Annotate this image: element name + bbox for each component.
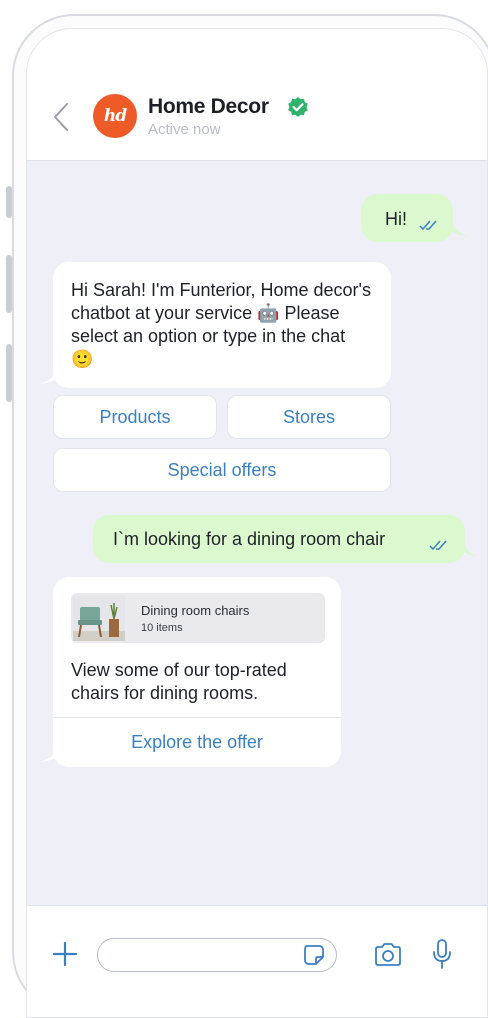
- phone-side-button: [6, 186, 12, 218]
- camera-icon[interactable]: [373, 941, 403, 969]
- message-input[interactable]: [97, 938, 337, 972]
- plus-icon[interactable]: [51, 940, 79, 968]
- chat-screen: hd Home Decor Active now Hi! Hi Sarah! I…: [26, 28, 488, 1018]
- product-card: Dining room chairs 10 items View some of…: [53, 577, 341, 767]
- option-special-offers-button[interactable]: Special offers: [53, 448, 391, 492]
- chevron-left-icon[interactable]: [49, 101, 73, 133]
- explore-offer-button[interactable]: Explore the offer: [53, 718, 341, 766]
- sent-message-request: I`m looking for a dining room chair: [93, 515, 465, 563]
- bubble-tail: [39, 369, 57, 384]
- bubble-tail: [463, 541, 477, 556]
- chair-thumbnail-icon: [73, 595, 125, 641]
- bubble-tail: [39, 747, 57, 762]
- verified-badge-icon: [286, 96, 310, 120]
- card-description: View some of our top-rated chairs for di…: [71, 660, 287, 703]
- message-text: I`m looking for a dining room chair: [113, 529, 386, 549]
- received-message-intro: Hi Sarah! I'm Funterior, Home decor's ch…: [53, 262, 391, 388]
- phone-volume-down: [6, 344, 12, 402]
- page-title: Home Decor: [148, 95, 269, 118]
- card-media[interactable]: Dining room chairs 10 items: [71, 593, 325, 643]
- phone-volume-up: [6, 255, 12, 313]
- card-title: Dining room chairs: [141, 603, 250, 618]
- microphone-icon[interactable]: [431, 938, 453, 970]
- bubble-tail: [451, 221, 469, 236]
- message-composer: [27, 905, 487, 1017]
- chat-header: hd Home Decor Active now: [27, 29, 487, 161]
- avatar[interactable]: hd: [93, 94, 137, 138]
- read-ticks-icon: [429, 540, 447, 551]
- card-subtitle: 10 items: [141, 622, 183, 634]
- sticker-icon[interactable]: [303, 944, 325, 966]
- status-text: Active now: [148, 121, 221, 138]
- sent-message-greeting: Hi!: [361, 194, 453, 242]
- option-stores-button[interactable]: Stores: [227, 395, 391, 439]
- message-text: Hi Sarah! I'm Funterior, Home decor's ch…: [71, 280, 371, 369]
- read-ticks-icon: [419, 220, 437, 231]
- option-products-button[interactable]: Products: [53, 395, 217, 439]
- message-text: Hi!: [385, 209, 407, 229]
